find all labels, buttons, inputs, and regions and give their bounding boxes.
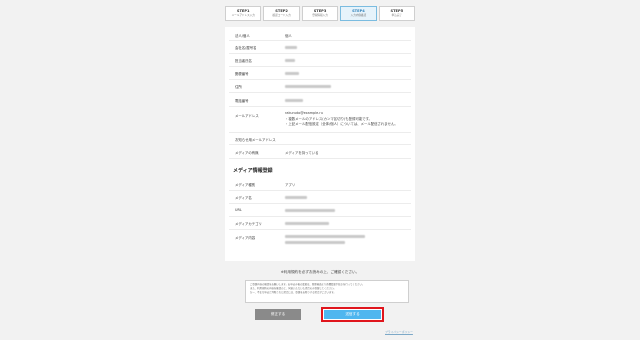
step-2-number: STEP2 [275, 8, 288, 13]
value-company-name-redacted [285, 45, 297, 49]
confirmation-card: 法人/個人 個人 会社名/屋号名 担当者氏名 郵便番号 住所 電話番号 メールア… [225, 27, 415, 261]
label-media-name: メディア名 [235, 196, 252, 200]
value-media-content-redacted-2 [285, 240, 345, 244]
confirm-instruction: ※利用規約を必ずお読みの上、ご確認ください。 [280, 270, 360, 274]
media-section-title: メディア情報登録 [233, 168, 273, 174]
row-media-category: メディアカテゴリ [229, 217, 411, 230]
send-button[interactable]: 送信する [324, 310, 381, 319]
label-address: 住所 [235, 85, 242, 89]
value-media-url-redacted [285, 208, 335, 212]
row-company-name: 会社名/屋号名 [229, 41, 411, 54]
row-corporate-type: 法人/個人 個人 [229, 29, 411, 41]
step-2: STEP2 確認コード入力 [263, 6, 300, 21]
step-5: STEP5 申込完了 [378, 6, 416, 21]
label-media-category: メディアカテゴリ [235, 222, 262, 226]
row-media-presence: メディアの有無 メディアを持っている [229, 145, 411, 159]
step-5-number: STEP5 [390, 8, 404, 13]
label-media-presence: メディアの有無 [235, 151, 259, 155]
value-media-type: アプリ [285, 183, 296, 187]
row-media-type: メディア種別 アプリ [229, 178, 411, 191]
row-postal-code: 郵便番号 [229, 67, 411, 80]
label-phone: 電話番号 [235, 99, 249, 103]
step-3-label: 登録情報入力 [312, 13, 328, 17]
row-media-url: URL [229, 204, 411, 217]
label-contact-name: 担当者氏名 [235, 59, 252, 63]
label-corporate-type: 法人/個人 [235, 34, 250, 38]
value-contact-name-redacted [285, 58, 295, 62]
label-email: メールアドレス [235, 114, 259, 118]
step-indicator: STEP1 メールアドレス入力 STEP2 確認コード入力 STEP3 登録情報… [225, 6, 416, 21]
step-3: STEP3 登録情報入力 [301, 6, 339, 21]
step-2-label: 確認コード入力 [272, 13, 291, 17]
row-address: 住所 [229, 80, 411, 93]
row-media-content: メディア内容 [229, 230, 411, 257]
terms-line-3: 万一、不正な申込と判断された場合には、登録をお断りする場合がございます。 [250, 290, 336, 294]
value-postal-code-redacted [285, 71, 299, 75]
row-notify-email: お知らせ用メールアドレス [229, 133, 411, 145]
step-4-label: 入力内容確認 [350, 13, 367, 17]
label-company-name: 会社名/屋号名 [235, 46, 257, 50]
terms-box[interactable]: ご登録内容の確認をお願いします。お申込み後の変更は、管理画面より各種変更手続きを… [245, 280, 409, 303]
step-1: STEP1 メールアドレス入力 [225, 6, 262, 21]
value-corporate-type: 個人 [285, 34, 292, 38]
step-1-label: メールアドレス入力 [231, 13, 255, 17]
row-phone: 電話番号 [229, 93, 411, 107]
step-4-current: STEP4 入力内容確認 [340, 6, 377, 21]
value-media-presence: メディアを持っている [285, 151, 319, 155]
label-postal-code: 郵便番号 [235, 72, 249, 76]
step-5-label: 申込完了 [391, 13, 403, 17]
value-media-name-redacted [285, 195, 307, 199]
step-3-number: STEP3 [313, 8, 327, 13]
row-email: メールアドレス rakurudo@example.ru ・複数メールのアドレス(… [229, 107, 411, 133]
step-1-number: STEP1 [236, 8, 250, 13]
value-media-content-redacted [285, 234, 365, 238]
value-phone-redacted [285, 98, 303, 102]
row-media-name: メディア名 [229, 191, 411, 204]
send-button-highlight[interactable]: 送信する [321, 307, 384, 322]
label-media-url: URL [235, 208, 242, 212]
row-contact-name: 担当者氏名 [229, 54, 411, 67]
value-media-category-redacted [285, 221, 329, 225]
email-note-2: ・上記メール配信設定（全体/個人）については、メール配信されません。 [285, 122, 398, 126]
value-email: rakurudo@example.ru [285, 111, 323, 115]
value-address-redacted [285, 84, 331, 88]
label-notify-email: お知らせ用メールアドレス [235, 138, 276, 142]
label-media-content: メディア内容 [235, 236, 256, 240]
back-button[interactable]: 修正する [255, 309, 301, 320]
step-4-number: STEP4 [352, 8, 365, 13]
privacy-policy-link[interactable]: プライバシーポリシー [385, 330, 413, 334]
label-media-type: メディア種別 [235, 183, 256, 187]
